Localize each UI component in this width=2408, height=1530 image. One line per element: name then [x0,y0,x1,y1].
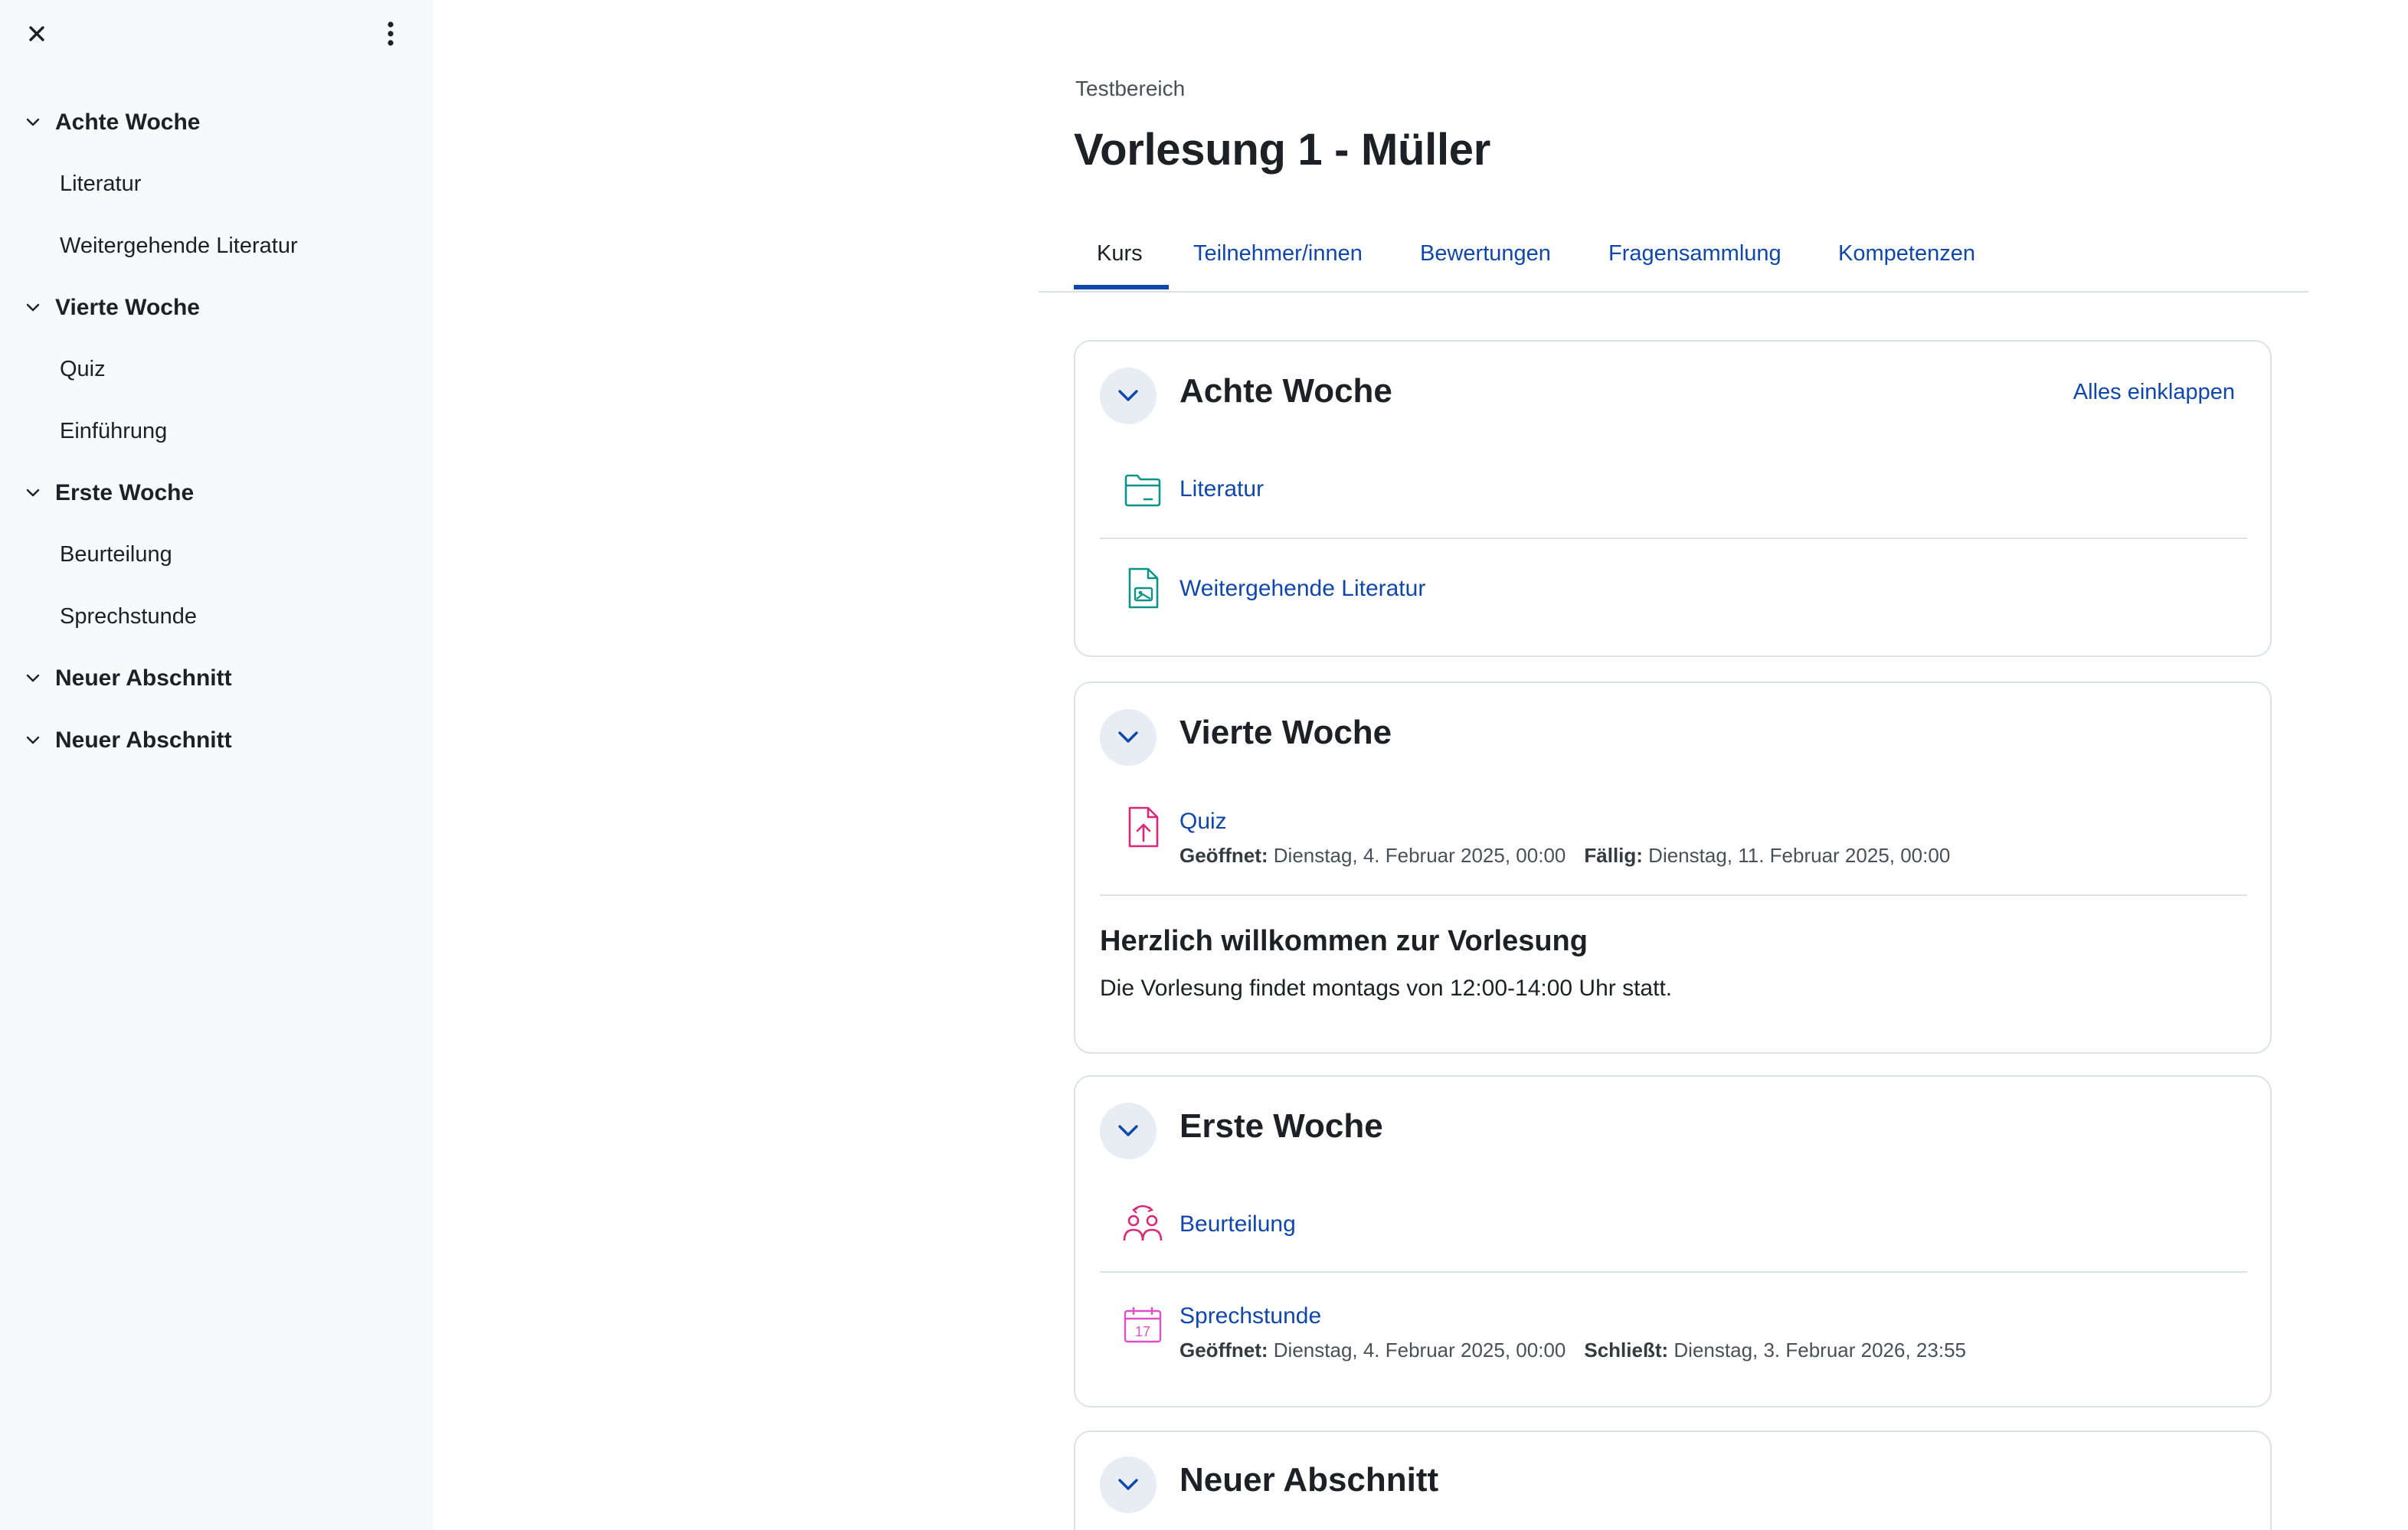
close-icon [29,26,44,41]
date-label: Geöffnet: [1179,1339,1268,1362]
date-value: Dienstag, 11. Februar 2025, 00:00 [1648,844,1951,867]
collapse-all-link[interactable]: Alles einklappen [2073,380,2235,405]
activity-dates: Geöffnet: Dienstag, 4. Februar 2025, 00:… [1179,1339,1966,1362]
section-collapse-button[interactable] [1100,1103,1157,1159]
course-index-item[interactable]: Beurteilung [60,531,172,577]
summary-text: Die Vorlesung findet montags von 12:00-1… [1100,976,1673,1001]
section-title[interactable]: Achte Woche [1179,372,1392,410]
course-section: Neuer Abschnitt [1074,1430,2272,1530]
chevron-down-icon [1118,1479,1138,1490]
tab-kompetenzen[interactable]: Kompetenzen [1838,214,1975,293]
chevron-down-icon [1118,1125,1138,1136]
tab-bewertungen[interactable]: Bewertungen [1420,214,1551,293]
activity-link-quiz[interactable]: Quiz [1179,809,1227,835]
activity-link-beurteilung[interactable]: Beurteilung [1179,1211,1296,1237]
section-collapse-button[interactable] [1100,368,1157,424]
tab-kurs[interactable]: Kurs [1097,214,1143,293]
tab-fragensammlung[interactable]: Fragensammlung [1608,214,1781,293]
course-index-section-name[interactable]: Neuer Abschnitt [55,665,232,691]
course-index-item[interactable]: Quiz [60,346,106,392]
close-drawer-button[interactable] [20,17,54,51]
course-index-section-name[interactable]: Vierte Woche [55,295,200,321]
section-collapse-button[interactable] [1100,709,1157,766]
chevron-down-icon[interactable] [18,726,47,755]
date-value: Dienstag, 3. Februar 2026, 23:55 [1673,1339,1966,1362]
date-label: Fällig: [1584,844,1643,867]
date-value: Dienstag, 4. Februar 2025, 00:00 [1273,1339,1566,1362]
date-value: Dienstag, 4. Februar 2025, 00:00 [1273,844,1566,867]
course-index-section-name[interactable]: Erste Woche [55,480,194,506]
file-image-icon [1121,567,1164,610]
activity-link-weitergehende-literatur[interactable]: Weitergehende Literatur [1179,576,1425,602]
course-index-section-name[interactable]: Neuer Abschnitt [55,727,232,754]
course-index-item[interactable]: Sprechstunde [60,593,197,639]
activity-divider [1100,1271,2247,1273]
summary-heading: Herzlich willkommen zur Vorlesung [1100,925,1588,957]
activity-divider [1100,538,2247,539]
course-index-drawer: Achte Woche Literatur Weitergehende Lite… [0,0,434,1530]
scheduler-calendar-icon: 17 [1121,1303,1164,1346]
section-title[interactable]: Vierte Woche [1179,714,1392,752]
course-index-item[interactable]: Literatur [60,161,141,207]
date-label: Geöffnet: [1179,844,1268,867]
tab-teilnehmer[interactable]: Teilnehmer/innen [1193,214,1363,293]
section-title[interactable]: Neuer Abschnitt [1179,1461,1438,1499]
course-index-section[interactable]: Erste Woche [18,470,417,516]
chevron-down-icon[interactable] [18,108,47,137]
course-index-item[interactable]: Einführung [60,408,167,454]
page-title: Vorlesung 1 - Müller [1074,125,1491,175]
course-navigation-tabs: Kurs Teilnehmer/innen Bewertungen Fragen… [1039,214,2308,293]
course-index-section[interactable]: Vierte Woche [18,285,417,331]
course-index-item[interactable]: Weitergehende Literatur [60,223,298,269]
activity-divider [1100,894,2247,896]
section-collapse-button[interactable] [1100,1456,1157,1513]
activity-dates: Geöffnet: Dienstag, 4. Februar 2025, 00:… [1179,844,1950,868]
chevron-down-icon[interactable] [18,664,47,693]
course-index-section[interactable]: Achte Woche [18,100,417,145]
course-index-section[interactable]: Neuer Abschnitt [18,655,417,701]
course-index-options-button[interactable] [374,17,407,51]
course-section: Erste Woche Beurteilung 17 Sprechstunde … [1074,1075,2272,1407]
active-tab-indicator [1074,285,1169,289]
calendar-day-number: 17 [1135,1324,1150,1339]
folder-icon [1121,469,1164,512]
chevron-down-icon[interactable] [18,293,47,322]
kebab-menu-icon [388,21,394,46]
course-index-section[interactable]: Neuer Abschnitt [18,718,417,763]
chevron-down-icon [1118,731,1138,743]
course-section: Achte Woche Alles einklappen Literatur W… [1074,340,2272,657]
chevron-down-icon[interactable] [18,479,47,508]
course-index-section-name[interactable]: Achte Woche [55,110,200,136]
date-label: Schließt: [1584,1339,1669,1362]
section-title[interactable]: Erste Woche [1179,1107,1383,1146]
activity-link-sprechstunde[interactable]: Sprechstunde [1179,1303,1321,1329]
course-section: Vierte Woche Quiz Geöffnet: Dienstag, 4.… [1074,682,2272,1054]
breadcrumb[interactable]: Testbereich [1075,77,1185,101]
workshop-icon [1121,1202,1164,1245]
chevron-down-icon [1118,390,1138,401]
assignment-upload-icon [1121,806,1164,848]
activity-link-literatur[interactable]: Literatur [1179,476,1264,502]
